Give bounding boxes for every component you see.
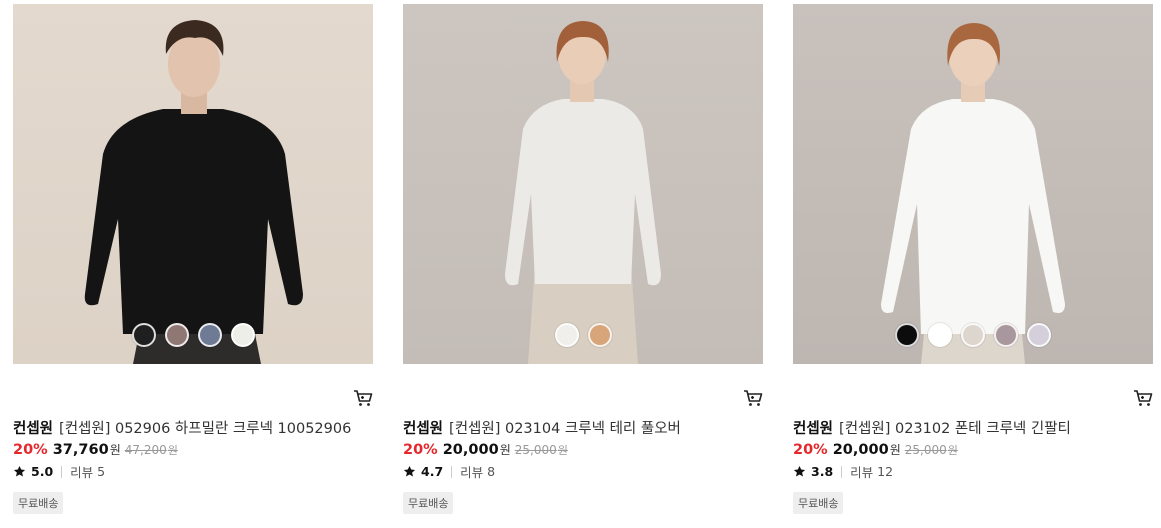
discount-rate: 20% [13,442,48,458]
shopping-cart-icon[interactable] [743,388,763,408]
color-swatch[interactable] [961,323,985,347]
free-shipping-badge: 무료배송 [793,492,844,514]
product-image[interactable] [793,4,1153,364]
color-swatch[interactable] [230,323,255,347]
sale-price: 20,000 [832,442,889,458]
price-row: 20% 37,760원 47,200원 [13,441,178,458]
review-count: 12 [877,464,894,479]
rating-row: 5.0 리뷰 5 [13,462,105,481]
color-swatch[interactable] [1027,323,1051,347]
product-name: [컨셉원] 052906 하프밀란 크루넥 10052906 [59,421,352,437]
original-currency-label: 원 [557,444,568,457]
rating-score: 4.7 [421,464,444,479]
color-swatches [403,323,763,347]
product-title[interactable]: 컨셉원 [컨셉원] 023102 폰테 크루넥 긴팔티 [793,417,1153,438]
shopping-cart-icon[interactable] [353,388,373,408]
brand-name: 컨셉원 [403,421,444,437]
product-card[interactable]: 컨셉원 [컨셉원] 052906 하프밀란 크루넥 10052906 20% 37,… [13,4,373,524]
free-shipping-badge: 무료배송 [403,492,454,514]
product-photo [84,20,303,364]
product-name: [컨셉원] 023104 크루넥 테리 풀오버 [449,421,681,437]
color-swatch[interactable] [554,323,579,347]
original-price: 25,000 [514,443,557,457]
color-swatches [13,323,373,347]
divider [61,465,63,478]
original-currency-label: 원 [167,444,178,457]
star-icon [793,465,806,477]
star-icon [13,465,26,477]
price-row: 20% 20,000원 25,000원 [793,441,958,458]
product-title[interactable]: 컨셉원 [컨셉원] 052906 하프밀란 크루넥 10052906 [13,417,373,438]
color-swatch[interactable] [587,323,612,347]
brand-name: 컨셉원 [13,421,54,437]
currency-label: 원 [499,443,511,457]
brand-name: 컨셉원 [793,421,834,437]
discount-rate: 20% [403,442,438,458]
product-image[interactable] [403,4,763,364]
color-swatch[interactable] [164,323,189,347]
rating-score: 3.8 [811,464,834,479]
product-title[interactable]: 컨셉원 [컨셉원] 023104 크루넥 테리 풀오버 [403,417,763,438]
color-swatch[interactable] [895,323,919,347]
price-row: 20% 20,000원 25,000원 [403,441,568,458]
divider [451,465,453,478]
color-swatches [793,323,1153,347]
review-count: 8 [487,464,496,479]
original-price: 47,200 [124,443,167,457]
rating-row: 3.8 리뷰 12 [793,462,893,481]
color-swatch[interactable] [928,323,952,347]
product-image[interactable] [13,4,373,364]
currency-label: 원 [889,443,901,457]
review-count: 5 [97,464,106,479]
color-swatch[interactable] [197,323,222,347]
product-card[interactable]: 컨셉원 [컨셉원] 023102 폰테 크루넥 긴팔티 20% 20,000원 25,… [793,4,1153,524]
product-photo [505,21,661,364]
free-shipping-badge: 무료배송 [13,492,64,514]
color-swatch[interactable] [131,323,156,347]
star-icon [403,465,416,477]
original-currency-label: 원 [947,444,958,457]
sale-price: 37,760 [52,442,109,458]
rating-row: 4.7 리뷰 8 [403,462,495,481]
rating-score: 5.0 [31,464,54,479]
product-photo [881,23,1065,364]
shopping-cart-icon[interactable] [1133,388,1153,408]
currency-label: 원 [109,443,121,457]
divider [841,465,843,478]
review-label: 리뷰 [460,465,484,480]
discount-rate: 20% [793,442,828,458]
product-card[interactable]: 컨셉원 [컨셉원] 023104 크루넥 테리 풀오버 20% 20,000원 25,… [403,4,763,524]
review-label: 리뷰 [70,465,94,480]
product-name: [컨셉원] 023102 폰테 크루넥 긴팔티 [839,421,1071,437]
color-swatch[interactable] [994,323,1018,347]
original-price: 25,000 [904,443,947,457]
review-label: 리뷰 [850,465,874,480]
sale-price: 20,000 [442,442,499,458]
